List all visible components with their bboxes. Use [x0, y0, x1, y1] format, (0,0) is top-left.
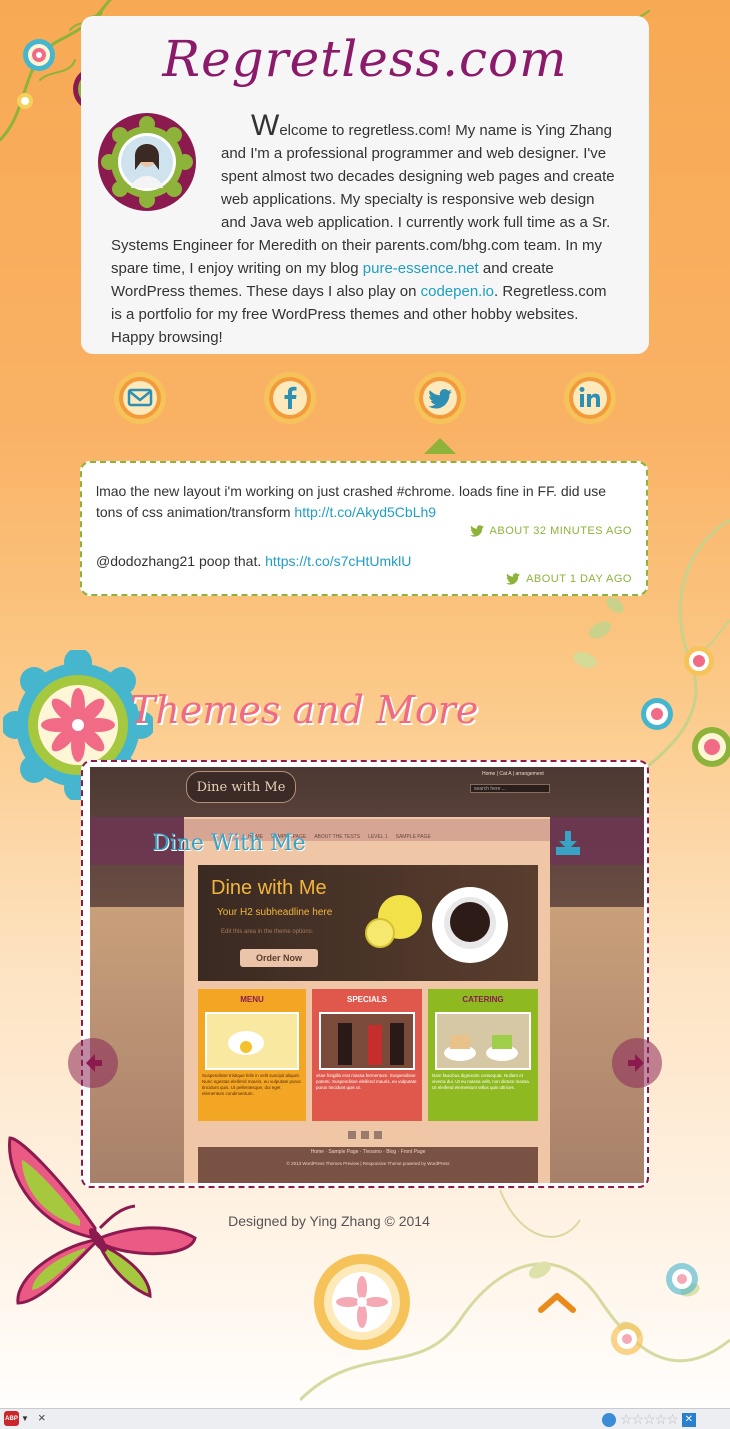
close-icon[interactable]: ×: [38, 1410, 46, 1425]
decorative-flower-right-1: [684, 646, 714, 676]
email-button[interactable]: [113, 371, 167, 425]
tweet-item: lmao the new layout i'm working on just …: [96, 481, 636, 523]
adblock-icon: ABP: [4, 1411, 19, 1426]
extension-icon[interactable]: ✕: [681, 1412, 696, 1427]
twitter-bird-icon: [469, 525, 484, 537]
tweet-item: @dodozhang21 poop that. https://t.co/s7c…: [96, 551, 636, 572]
preview-card-title: MENU: [240, 995, 264, 1004]
twitter-bird-icon: [506, 573, 521, 585]
intro-paragraph: Welcome to regretless.com! My name is Yi…: [111, 111, 621, 349]
preview-hero-sub: Your H2 subheadline here: [217, 907, 333, 918]
twitter-icon: [414, 372, 466, 424]
twitter-button[interactable]: [413, 371, 467, 425]
facebook-icon: [264, 372, 316, 424]
back-to-top-icon[interactable]: [537, 1290, 577, 1314]
preview-logo: Dine with Me: [186, 771, 296, 803]
status-icons-right: ☆☆☆☆☆ ✕: [602, 1411, 696, 1428]
preview-card-title: SPECIALS: [346, 995, 387, 1004]
tweet-pointer: [424, 438, 456, 454]
codepen-link[interactable]: codepen.io: [421, 283, 494, 300]
slider-prev-button[interactable]: [68, 1038, 118, 1088]
preview-footer-links: Home · Sample Page · Tivoamo · Blog · Fr…: [310, 1149, 426, 1155]
linkedin-button[interactable]: [563, 371, 617, 425]
dropcap: W: [251, 109, 280, 142]
decorative-flower-bottom: [314, 1254, 410, 1350]
email-icon: [114, 372, 166, 424]
tweet-text: @dodozhang21 poop that.: [96, 553, 266, 569]
adblock-button[interactable]: ABP ▼: [4, 1411, 29, 1426]
site-title[interactable]: Regretless.com: [81, 30, 649, 88]
decorative-flower-bottom-right-2: [666, 1263, 698, 1295]
download-icon[interactable]: [554, 829, 582, 857]
decorative-flower-right-3: [692, 727, 730, 767]
arrow-right-icon: [628, 1054, 644, 1072]
tweet-link[interactable]: https://t.co/s7cHtUmklU: [265, 553, 411, 569]
browser-status-bar: ABP ▼ × ☆☆☆☆☆ ✕: [0, 1408, 730, 1429]
preview-card-text: Suspendisse tristique felis in velit sus…: [202, 1073, 301, 1096]
blog-link[interactable]: pure-essence.net: [363, 260, 479, 277]
tweet-link[interactable]: http://t.co/Akyd5CbLh9: [294, 504, 436, 520]
decorative-flower-bottom-right-1: [611, 1323, 643, 1355]
decorative-flower-right-2: [641, 698, 673, 730]
chevron-down-icon: ▼: [21, 1414, 29, 1423]
preview-card-title: CATERING: [462, 995, 504, 1004]
themes-heading: Themes and More: [130, 688, 479, 732]
preview-card-text: vitae fringilla erat massa fermentum. Su…: [316, 1073, 417, 1090]
globe-icon[interactable]: [602, 1412, 616, 1427]
linkedin-icon: [564, 372, 616, 424]
slider-next-button[interactable]: [612, 1038, 662, 1088]
preview-hero-note: Edit this area in the theme options.: [221, 929, 314, 935]
rating-stars-icon[interactable]: ☆☆☆☆☆: [620, 1411, 679, 1428]
decorative-flower-small-1: [23, 39, 55, 71]
preview-card-text: Nam faucibus dignissim consequat. Nullam…: [432, 1073, 531, 1090]
decorative-flower-small-3: [17, 93, 33, 109]
facebook-button[interactable]: [263, 371, 317, 425]
preview-order-button: Order Now: [240, 949, 318, 967]
preview-search: search here ...: [470, 784, 550, 793]
intro-card: Regretless.com Welcome to regretless.com…: [81, 16, 649, 354]
slide-title[interactable]: Dine With Me: [152, 831, 306, 856]
preview-hero-title: Dine with Me: [211, 877, 327, 899]
preview-top-links: Home | Cat A | arrangement: [482, 771, 544, 777]
arrow-left-icon: [86, 1054, 102, 1072]
footer-credit: Designed by Ying Zhang © 2014: [228, 1213, 430, 1229]
preview-footer-copy: © 2013 WordPress Themes Preview | Respon…: [286, 1161, 450, 1166]
